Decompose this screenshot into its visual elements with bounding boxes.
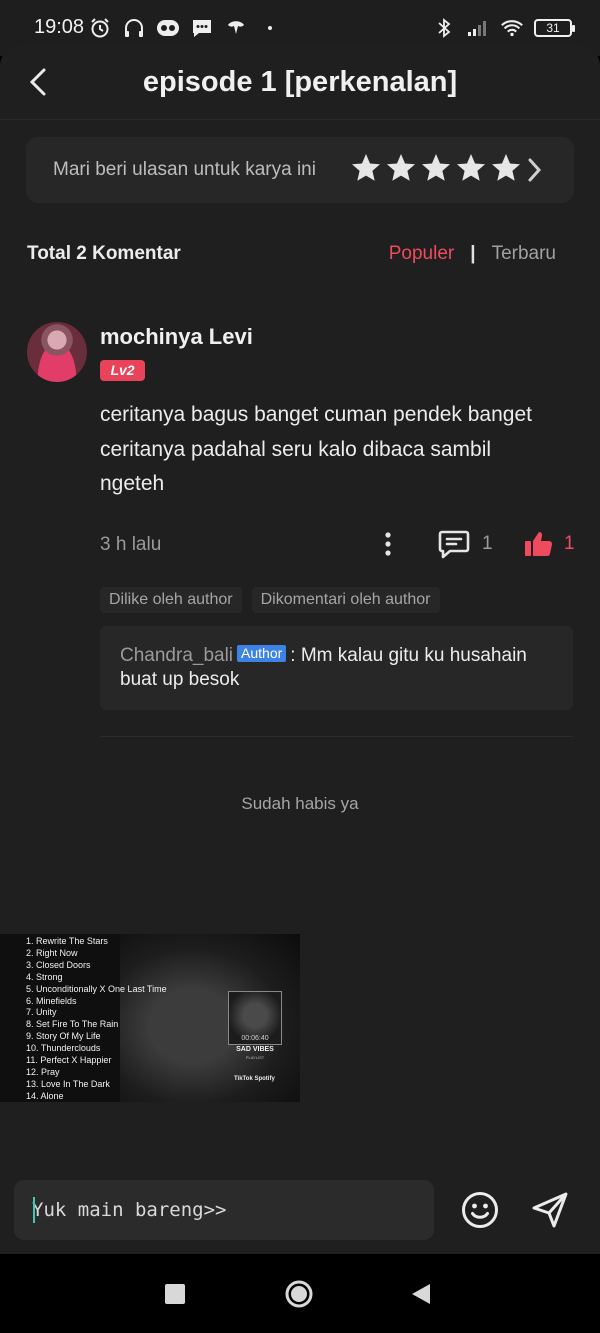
level-badge: Lv2 — [100, 360, 145, 381]
status-time: 19:08 — [34, 16, 85, 38]
track-item: 8. Set Fire To The Rain — [26, 1019, 119, 1030]
track-item: 10. Thunderclouds — [26, 1043, 101, 1054]
recent-apps-button[interactable] — [165, 1284, 185, 1304]
like-count: 1 — [564, 533, 575, 554]
star-icon[interactable] — [385, 151, 417, 187]
star-icon[interactable] — [490, 151, 522, 187]
cover-subtitle: PLAYLIST — [245, 1055, 265, 1060]
sort-latest-tab[interactable]: Terbaru — [492, 243, 556, 265]
avatar[interactable] — [27, 322, 87, 382]
star-icon[interactable] — [350, 151, 382, 187]
game-icon — [156, 16, 180, 40]
end-of-list-text: Sudah habis ya — [241, 794, 359, 813]
track-item: 6. Minefields — [26, 995, 77, 1006]
track-item: 1. Rewrite The Stars — [26, 936, 108, 946]
cover-title: SAD VIBES — [236, 1046, 274, 1053]
comment-total: Total 2 Komentar — [27, 243, 181, 264]
top-bar: episode 1 [perkenalan] — [0, 44, 600, 120]
track-item: 4. Strong — [26, 971, 63, 982]
tag-commented-by-author: Dikomentari oleh author — [251, 587, 440, 613]
text-caret — [33, 1197, 35, 1223]
sort-options: Populer | Terbaru — [389, 243, 556, 265]
divider — [100, 736, 573, 737]
comment-text: ceritanya bagus banget cuman pendek bang… — [100, 403, 532, 495]
send-icon[interactable] — [530, 1190, 570, 1230]
comment-tags: Dilike oleh author Dikomentari oleh auth… — [100, 587, 440, 613]
dot-icon — [258, 16, 282, 40]
home-button[interactable] — [284, 1279, 314, 1309]
star-icon[interactable] — [455, 151, 487, 187]
sort-popular-tab[interactable]: Populer — [389, 243, 455, 265]
author-badge: Author — [237, 645, 287, 662]
more-vertical-icon — [385, 532, 391, 556]
comment-time: 3 h lalu — [100, 534, 162, 555]
wifi-icon — [500, 16, 524, 40]
track-item: 7. Unity — [26, 1007, 57, 1018]
nav-back-button[interactable] — [410, 1282, 432, 1306]
gesture-icon — [224, 16, 248, 40]
system-nav-bar — [0, 1254, 600, 1333]
star-icon[interactable] — [420, 151, 452, 187]
reply-author-name[interactable]: Chandra_bali — [120, 645, 233, 666]
status-icons-left — [88, 14, 282, 42]
track-item: 3. Closed Doors — [26, 959, 91, 970]
more-options-button[interactable] — [376, 528, 400, 560]
album-cover: 00:06:40 — [228, 991, 282, 1045]
comments-sheet: episode 1 [perkenalan] Mari beri ulasan … — [0, 44, 600, 1254]
alarm-icon — [88, 16, 112, 40]
headphones-icon — [122, 16, 146, 40]
floating-media-card[interactable]: 1. Rewrite The Stars 2. Right Now 3. Clo… — [0, 934, 300, 1102]
track-item: 14. Alone — [26, 1090, 64, 1101]
brand-logos: TikTok Spotify — [234, 1076, 275, 1082]
emoji-icon[interactable] — [460, 1190, 500, 1230]
comment-username[interactable]: mochinya Levi — [100, 324, 253, 350]
status-icons-right: 31 — [432, 14, 575, 42]
like-button[interactable]: 1 — [524, 528, 575, 560]
reply-button[interactable]: 1 — [438, 528, 493, 560]
rating-prompt[interactable]: Mari beri ulasan untuk karya ini — [26, 137, 574, 203]
comment-input-wrapper[interactable] — [14, 1180, 434, 1240]
comment-icon — [438, 530, 470, 559]
reply-count: 1 — [482, 533, 493, 554]
cover-time: 00:06:40 — [241, 1035, 269, 1042]
track-item: 5. Unconditionally X One Last Time — [26, 983, 167, 994]
page-title: episode 1 [perkenalan] — [142, 66, 458, 98]
track-item: 13. Love In The Dark — [26, 1078, 110, 1089]
rating-prompt-text: Mari beri ulasan untuk karya ini — [53, 159, 316, 180]
thumbs-up-icon — [525, 532, 553, 557]
signal-icon — [466, 16, 490, 40]
battery-level: 31 — [546, 21, 560, 35]
tag-liked-by-author: Dilike oleh author — [100, 587, 242, 613]
chevron-right-icon — [528, 158, 542, 182]
track-item: 12. Pray — [26, 1066, 60, 1077]
battery-icon: 31 — [534, 19, 575, 37]
author-reply[interactable]: Chandra_bali Author: Mm kalau gitu ku hus… — [100, 626, 573, 710]
bluetooth-icon — [432, 16, 456, 40]
track-list: 1. Rewrite The Stars 2. Right Now 3. Clo… — [26, 936, 167, 1102]
track-item: 11. Perfect X Happier — [26, 1055, 112, 1066]
message-icon — [190, 16, 214, 40]
comment-input[interactable] — [32, 1180, 422, 1240]
author-reply-line: Chandra_bali Author: Mm kalau gitu ku hus… — [120, 644, 560, 692]
track-item: 2. Right Now — [26, 947, 78, 958]
track-item: 9. Story Of My Life — [26, 1031, 101, 1042]
sort-separator: | — [470, 243, 476, 264]
rating-stars[interactable] — [350, 151, 522, 187]
